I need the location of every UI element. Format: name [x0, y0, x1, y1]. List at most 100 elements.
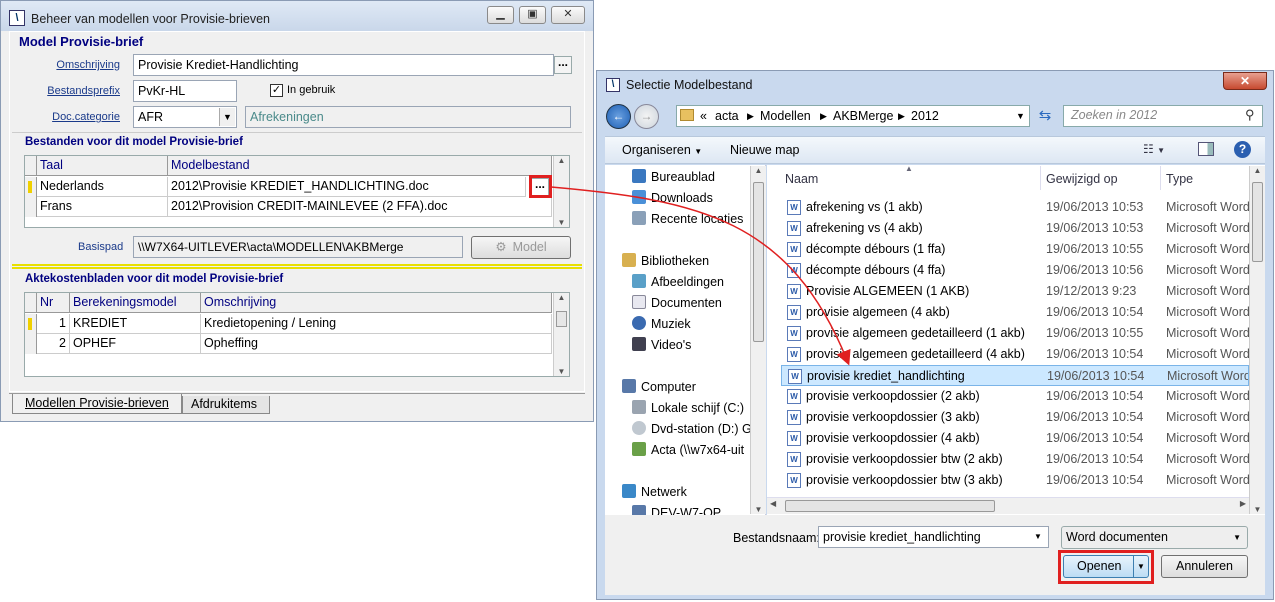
breadcrumb-more[interactable]: « — [700, 108, 707, 124]
files-row-taal[interactable]: Nederlands — [37, 177, 168, 197]
col-omschrijving-header[interactable]: Omschrijving — [201, 293, 552, 313]
video-icon — [632, 337, 646, 351]
word-document-icon: W — [787, 263, 801, 278]
dialog-icon: \ — [606, 78, 620, 92]
file-row[interactable]: Wprovisie krediet_handlichting 19/06/2013… — [781, 365, 1249, 386]
close-button[interactable]: ✕ — [551, 6, 585, 24]
dialog-close-button[interactable]: ✕ — [1223, 72, 1267, 90]
hscrollbar[interactable]: ◀ ▶ — [767, 497, 1249, 514]
akte-row-omschrijving[interactable]: Opheffing — [201, 334, 552, 354]
file-row[interactable]: Wprovisie algemeen gedetailleerd (4 akb)… — [781, 344, 1249, 365]
chevron-down-icon[interactable]: ▼ — [219, 108, 235, 126]
file-row[interactable]: Wprovisie verkoopdossier btw (2 akb) 19/0… — [781, 449, 1249, 470]
maximize-button[interactable]: ▣ — [519, 6, 546, 24]
forward-button[interactable]: → — [634, 104, 659, 129]
nav-scrollbar[interactable]: ▲ ▼ — [750, 166, 766, 514]
file-row[interactable]: Wprovisie verkoopdossier (4 akb) 19/06/20… — [781, 428, 1249, 449]
akte-scrollbar[interactable]: ▲ ▼ — [553, 293, 569, 376]
network-icon — [622, 484, 636, 498]
col-nr-header[interactable]: Nr — [37, 293, 70, 313]
preview-pane-icon[interactable] — [1198, 142, 1214, 156]
nav-computer[interactable]: Computer — [622, 377, 696, 397]
files-row-model[interactable]: 2012\Provision CREDIT-MAINLEVEE (2 FFA).… — [168, 197, 552, 217]
organize-menu[interactable]: Organiseren ▼ — [622, 143, 702, 157]
file-row[interactable]: Wprovisie algemeen gedetailleerd (1 akb)… — [781, 323, 1249, 344]
omschrijving-browse-button[interactable]: ... — [554, 56, 572, 74]
nav-recente-locaties[interactable]: Recente locaties — [632, 209, 743, 229]
col-taal-header[interactable]: Taal — [37, 156, 168, 176]
word-document-icon: W — [787, 200, 801, 215]
row-indicator — [25, 197, 37, 217]
files-row-model[interactable]: 2012\Provisie KREDIET_HANDLICHTING.doc — [168, 177, 526, 197]
col-gewijzigd-header[interactable]: Gewijzigd op — [1046, 172, 1118, 186]
tab-modellen[interactable]: Modellen Provisie-brieven — [12, 394, 182, 414]
nav-acta-share[interactable]: Acta (\\w7x64-uit — [632, 440, 744, 460]
tab-afdrukitems[interactable]: Afdrukitems — [182, 396, 270, 414]
breadcrumb-modellen[interactable]: Modellen — [760, 108, 811, 124]
nav-dvd-station[interactable]: Dvd-station (D:) G — [632, 419, 752, 439]
col-type-header[interactable]: Type — [1166, 172, 1193, 186]
back-button[interactable]: ← — [606, 104, 631, 129]
refresh-icon[interactable]: ⇆ — [1033, 106, 1057, 126]
cancel-button[interactable]: Annuleren — [1161, 555, 1248, 578]
nav-muziek[interactable]: Muziek — [632, 314, 691, 334]
file-date: 19/06/2013 10:54 — [1046, 410, 1144, 424]
word-document-icon: W — [787, 242, 801, 257]
chevron-down-icon[interactable]: ▼ — [1034, 532, 1042, 541]
prefix-field[interactable]: PvKr-HL — [133, 80, 237, 102]
file-row[interactable]: Wprovisie algemeen (4 akb) 19/06/2013 10:… — [781, 302, 1249, 323]
filetype-select[interactable]: Word documenten ▼ — [1061, 526, 1248, 549]
akte-row-omschrijving[interactable]: Kredietopening / Lening — [201, 314, 552, 334]
files-row-taal[interactable]: Frans — [37, 197, 168, 217]
file-row[interactable]: Wdécompte débours (1 ffa) 19/06/2013 10:5… — [781, 239, 1249, 260]
file-row[interactable]: Wprovisie verkoopdossier (2 akb) 19/06/20… — [781, 386, 1249, 407]
nav-netwerk[interactable]: Netwerk — [622, 482, 687, 502]
word-document-icon: W — [787, 221, 801, 236]
search-icon[interactable]: ⚲ — [1245, 107, 1255, 123]
search-input[interactable]: Zoeken in 2012 — [1071, 108, 1157, 122]
view-options-icon[interactable]: ☷ ▼ — [1143, 142, 1165, 156]
file-row[interactable]: W Provisie ALGEMEEN (1 AKB) 19/12/2013 9:2… — [781, 281, 1249, 302]
in-gebruik-label: In gebruik — [287, 84, 336, 96]
breadcrumb-acta[interactable]: acta — [715, 108, 739, 124]
akte-row-berekeningsmodel[interactable]: OPHEF — [70, 334, 201, 354]
doccat-label: Doc.categorie — [52, 111, 120, 123]
nav-downloads[interactable]: Downloads — [632, 188, 713, 208]
file-scrollbar[interactable]: ▲ ▼ — [1249, 166, 1265, 514]
file-row[interactable]: Wafrekening vs (1 akb) 19/06/2013 10:53 Mi… — [781, 197, 1249, 218]
filename-input[interactable]: provisie krediet_handlichting — [818, 526, 1049, 548]
file-row[interactable]: Wprovisie verkoopdossier (3 akb) 19/06/20… — [781, 407, 1249, 428]
col-model-header[interactable]: Modelbestand — [168, 156, 552, 176]
nav-documenten[interactable]: Documenten — [632, 293, 722, 313]
file-row[interactable]: Wprovisie verkoopdossier btw (3 akb) 19/0… — [781, 470, 1249, 491]
file-name: provisie verkoopdossier (2 akb) — [806, 389, 980, 403]
breadcrumb-akbmerge[interactable]: AKBMerge — [833, 108, 893, 124]
breadcrumb-chevron-icon: ▶ — [820, 111, 827, 121]
new-folder-button[interactable]: Nieuwe map — [730, 143, 799, 157]
omschrijving-field[interactable]: Provisie Krediet-Handlichting — [133, 54, 554, 76]
minimize-button[interactable]: ▁ — [487, 6, 514, 24]
nav-videos[interactable]: Video's — [632, 335, 691, 355]
nav-afbeeldingen[interactable]: Afbeeldingen — [632, 272, 724, 292]
in-gebruik-checkbox[interactable]: ✓ — [270, 84, 283, 97]
word-document-icon: W — [787, 431, 801, 446]
nav-bureaublad[interactable]: Bureaublad — [632, 167, 715, 187]
nav-bibliotheken[interactable]: Bibliotheken — [622, 251, 709, 271]
col-berekeningsmodel-header[interactable]: Berekeningsmodel — [70, 293, 201, 313]
akte-row-nr[interactable]: 2 — [37, 334, 70, 354]
basispad-field: \\W7X64-UITLEVER\acta\MODELLEN\AKBMerge — [133, 236, 463, 258]
help-icon[interactable]: ? — [1234, 141, 1251, 158]
file-type: Microsoft Word — [1166, 305, 1249, 319]
nav-lokale-schijf[interactable]: Lokale schijf (C:) — [632, 398, 744, 418]
nav-dev-w7-qp[interactable]: DEV-W7-QP — [632, 503, 721, 515]
breadcrumb-2012[interactable]: 2012 — [911, 108, 939, 124]
files-scrollbar[interactable]: ▲ ▼ — [553, 156, 569, 227]
akte-row-nr[interactable]: 1 — [37, 314, 70, 334]
akte-row-berekeningsmodel[interactable]: KREDIET — [70, 314, 201, 334]
file-row[interactable]: Wafrekening vs (4 akb) 19/06/2013 10:53 Mi… — [781, 218, 1249, 239]
model-button[interactable]: ⚙ Model — [471, 236, 571, 259]
chevron-down-icon[interactable]: ▼ — [1016, 108, 1025, 124]
col-naam-header[interactable]: Naam — [785, 172, 818, 186]
section-model-title: Model Provisie-brief — [19, 34, 144, 49]
file-row[interactable]: Wdécompte débours (4 ffa) 19/06/2013 10:5… — [781, 260, 1249, 281]
